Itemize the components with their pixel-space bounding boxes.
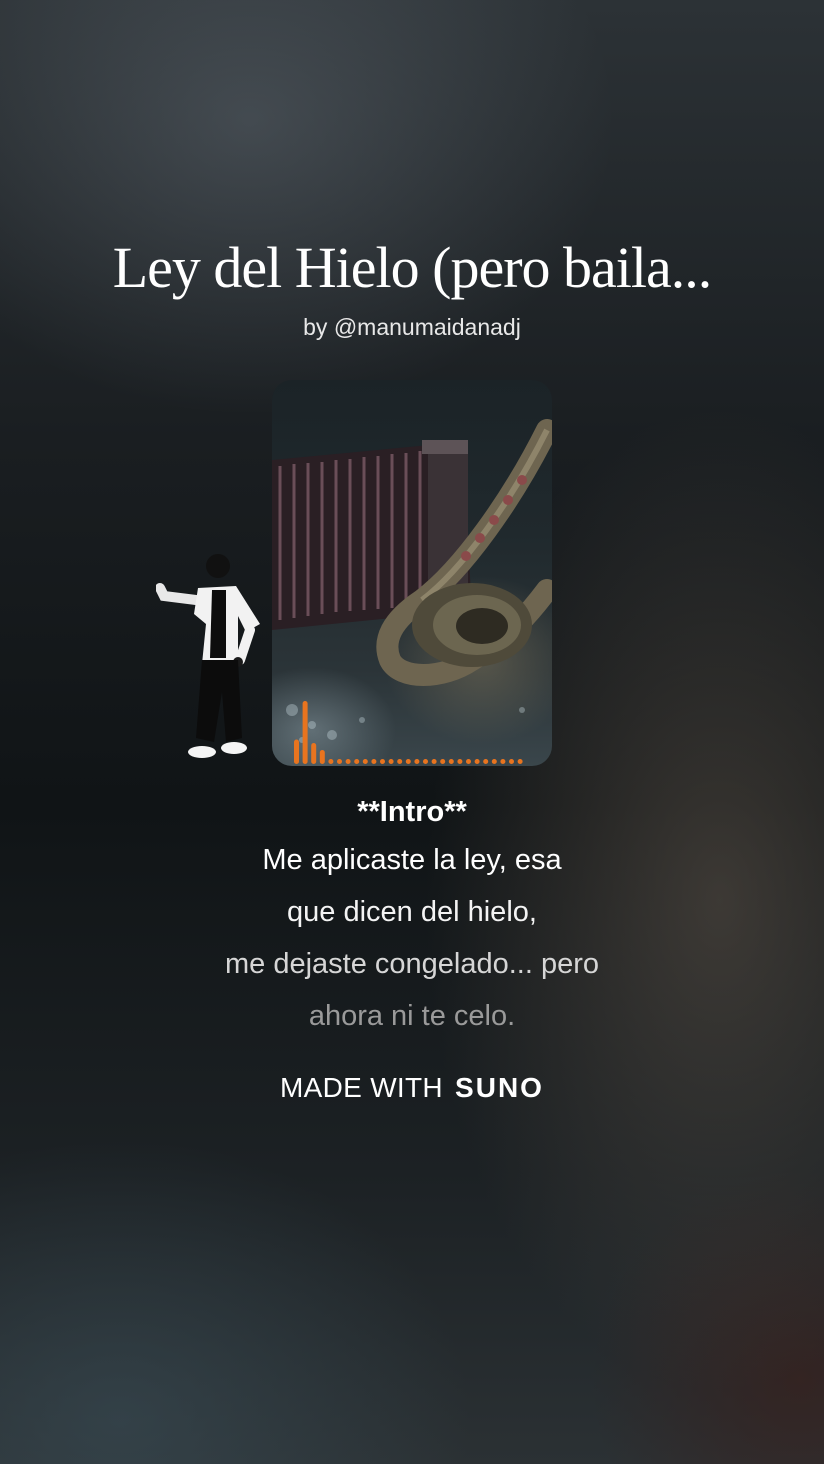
lyric-line: Me aplicaste la ley, esa <box>262 844 562 876</box>
visualizer-bar <box>517 759 523 764</box>
visualizer-bar <box>362 759 368 764</box>
visualizer-bar <box>294 739 299 764</box>
visualizer-bar <box>405 759 411 764</box>
visualizer-bar <box>474 759 480 764</box>
visualizer-bar <box>457 759 463 764</box>
artist-byline[interactable]: by @manumaidanadj <box>0 314 824 341</box>
made-with-label: MADE WITH <box>280 1072 443 1103</box>
visualizer-bar <box>423 759 428 764</box>
visualizer-bar <box>414 759 420 764</box>
visualizer-bar <box>397 759 403 764</box>
lyric-line: me dejaste congelado... pero <box>224 948 600 980</box>
visualizer-bar <box>371 759 377 764</box>
suno-logo: SUNO <box>455 1072 544 1103</box>
visualizer-bar <box>448 759 454 764</box>
visualizer-bar <box>328 759 334 764</box>
lyrics-section-heading: **Intro** <box>357 796 467 828</box>
visualizer-bar <box>483 759 489 764</box>
visualizer-bar <box>500 759 506 764</box>
visualizer-bar <box>431 759 437 764</box>
visualizer-bar <box>380 759 385 764</box>
lyric-line: que dicen del hielo, <box>287 896 537 928</box>
visualizer-bar <box>509 759 514 764</box>
visualizer-bar <box>354 759 360 764</box>
visualizer-bar <box>302 701 308 764</box>
lyric-line: ahora ni te celo. <box>308 1000 516 1032</box>
song-title: Ley del Hielo (pero baila... <box>112 235 712 300</box>
lyrics-panel: **Intro** Me aplicaste la ley, esa que d… <box>0 790 824 1042</box>
made-with-suno-badge[interactable]: MADE WITH SUNO <box>0 1072 824 1104</box>
visualizer-bar <box>440 759 446 764</box>
dancing-figure-icon <box>156 554 260 758</box>
audio-visualizer <box>294 701 523 764</box>
visualizer-bar <box>466 759 471 764</box>
visualizer-bar <box>388 759 394 764</box>
visualizer-bar <box>345 759 351 764</box>
visualizer-bar <box>491 759 497 764</box>
visualizer-bar <box>319 750 325 764</box>
visualizer-bar <box>311 743 317 764</box>
visualizer-bar <box>337 759 342 764</box>
